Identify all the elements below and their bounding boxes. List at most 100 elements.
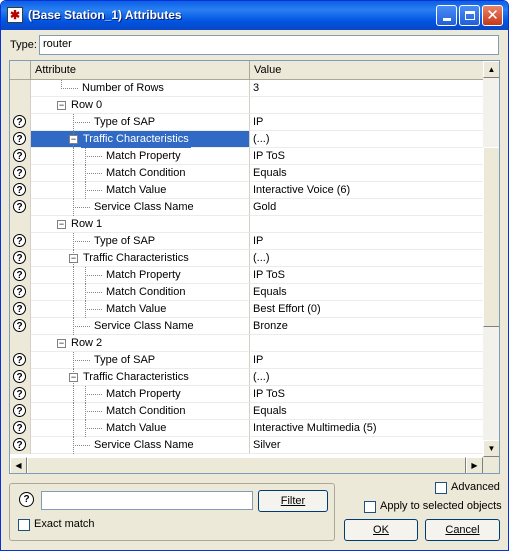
app-star-icon[interactable]: ✱ (7, 7, 23, 23)
help-icon[interactable]: ? (13, 319, 26, 332)
value-cell[interactable]: Best Effort (0) (250, 301, 483, 318)
attribute-cell[interactable]: Type of SAP (31, 114, 250, 131)
table-row[interactable]: ? Match Property IP ToS (10, 148, 483, 165)
title-bar[interactable]: ✱ (Base Station_1) Attributes ✕ (1, 1, 508, 30)
value-cell[interactable]: IP (250, 352, 483, 369)
vertical-scroll-thumb[interactable] (483, 147, 499, 327)
close-button[interactable]: ✕ (482, 5, 503, 26)
help-icon[interactable]: ? (13, 353, 26, 366)
attribute-cell[interactable]: Number of Rows (31, 80, 250, 97)
value-cell[interactable]: Equals (250, 165, 483, 182)
filter-input[interactable] (41, 491, 253, 510)
collapse-icon[interactable]: − (69, 254, 78, 263)
collapse-icon[interactable]: − (57, 101, 66, 110)
table-row[interactable]: ? Match Value Best Effort (0) (10, 301, 483, 318)
table-row[interactable]: ? Match Condition Equals (10, 403, 483, 420)
filter-button[interactable]: Filter (258, 490, 328, 512)
value-cell[interactable]: IP (250, 114, 483, 131)
scroll-up-icon[interactable]: ▲ (483, 61, 499, 78)
value-cell[interactable]: Interactive Voice (6) (250, 182, 483, 199)
table-row[interactable]: − Row 0 (10, 97, 483, 114)
attribute-cell[interactable]: Match Value (31, 420, 250, 437)
help-icon[interactable]: ? (13, 370, 26, 383)
table-row[interactable]: ? Match Condition Equals (10, 284, 483, 301)
advanced-checkbox[interactable] (435, 482, 447, 494)
table-row[interactable]: Number of Rows 3 (10, 80, 483, 97)
attribute-cell[interactable]: Match Condition (31, 403, 250, 420)
help-icon[interactable]: ? (13, 132, 26, 145)
help-icon[interactable]: ? (13, 183, 26, 196)
attribute-cell[interactable]: − Row 0 (31, 97, 250, 114)
attribute-cell[interactable]: − Row 1 (31, 216, 250, 233)
table-row[interactable]: − Row 2 (10, 335, 483, 352)
scroll-down-icon[interactable]: ▼ (483, 440, 499, 457)
ok-button[interactable]: OK (344, 519, 418, 541)
table-row[interactable]: ? Service Class Name Silver (10, 437, 483, 454)
table-row[interactable]: ? − Traffic Characteristics (...) (10, 131, 483, 148)
value-cell[interactable]: IP ToS (250, 386, 483, 403)
help-icon[interactable]: ? (13, 404, 26, 417)
attribute-cell[interactable]: − Traffic Characteristics (31, 250, 250, 267)
value-cell[interactable]: Gold (250, 199, 483, 216)
table-row[interactable]: ? Match Value Interactive Multimedia (5) (10, 420, 483, 437)
apply-selected-checkbox[interactable] (364, 501, 376, 513)
value-cell[interactable]: Equals (250, 403, 483, 420)
maximize-button[interactable] (459, 5, 480, 26)
value-cell[interactable]: 3 (250, 80, 483, 97)
attribute-cell[interactable]: Type of SAP (31, 352, 250, 369)
collapse-icon[interactable]: − (57, 220, 66, 229)
value-cell[interactable]: (...) (250, 131, 483, 148)
help-icon[interactable]: ? (19, 492, 34, 507)
table-row[interactable]: ? − Traffic Characteristics (...) (10, 250, 483, 267)
help-icon[interactable]: ? (13, 387, 26, 400)
attribute-cell[interactable]: Match Value (31, 182, 250, 199)
value-cell[interactable]: IP ToS (250, 267, 483, 284)
attribute-cell[interactable]: − Traffic Characteristics (31, 131, 250, 148)
value-cell[interactable] (250, 216, 483, 233)
value-cell[interactable]: (...) (250, 369, 483, 386)
table-row[interactable]: ? Type of SAP IP (10, 114, 483, 131)
value-cell[interactable]: Equals (250, 284, 483, 301)
attribute-cell[interactable]: Match Condition (31, 165, 250, 182)
table-row[interactable]: ? Match Value Interactive Voice (6) (10, 182, 483, 199)
attribute-cell[interactable]: Service Class Name (31, 437, 250, 454)
attribute-cell[interactable]: − Traffic Characteristics (31, 369, 250, 386)
table-row[interactable]: ? Service Class Name Bronze (10, 318, 483, 335)
table-row[interactable]: ? Match Property IP ToS (10, 386, 483, 403)
help-icon[interactable]: ? (13, 421, 26, 434)
value-cell[interactable] (250, 97, 483, 114)
table-row[interactable]: ? Service Class Name Gold (10, 199, 483, 216)
minimize-button[interactable] (436, 5, 457, 26)
help-icon[interactable]: ? (13, 166, 26, 179)
exact-match-checkbox[interactable] (18, 519, 30, 531)
help-icon[interactable]: ? (13, 200, 26, 213)
attribute-cell[interactable]: − Row 2 (31, 335, 250, 352)
help-icon[interactable]: ? (13, 234, 26, 247)
help-icon[interactable]: ? (13, 149, 26, 162)
help-icon[interactable]: ? (13, 268, 26, 281)
attribute-cell[interactable]: Match Value (31, 301, 250, 318)
value-cell[interactable]: (...) (250, 250, 483, 267)
collapse-icon[interactable]: − (57, 339, 66, 348)
table-row[interactable]: − Row 1 (10, 216, 483, 233)
table-row[interactable]: ? Type of SAP IP (10, 233, 483, 250)
table-row[interactable]: ? − Traffic Characteristics (...) (10, 369, 483, 386)
collapse-icon[interactable]: − (69, 135, 78, 144)
table-row[interactable]: ? Type of SAP IP (10, 352, 483, 369)
cancel-button[interactable]: Cancel (425, 519, 500, 541)
scroll-right-icon[interactable]: ▶ (466, 457, 483, 473)
value-cell[interactable]: Silver (250, 437, 483, 454)
attribute-cell[interactable]: Service Class Name (31, 199, 250, 216)
header-value[interactable]: Value (250, 61, 483, 79)
help-icon[interactable]: ? (13, 302, 26, 315)
value-cell[interactable]: Bronze (250, 318, 483, 335)
attribute-cell[interactable]: Match Property (31, 267, 250, 284)
table-row[interactable]: ? Match Property IP ToS (10, 267, 483, 284)
attribute-cell[interactable]: Service Class Name (31, 318, 250, 335)
attribute-cell[interactable]: Match Condition (31, 284, 250, 301)
help-icon[interactable]: ? (13, 438, 26, 451)
value-cell[interactable]: IP ToS (250, 148, 483, 165)
help-icon[interactable]: ? (13, 285, 26, 298)
attribute-cell[interactable]: Match Property (31, 148, 250, 165)
value-cell[interactable]: IP (250, 233, 483, 250)
